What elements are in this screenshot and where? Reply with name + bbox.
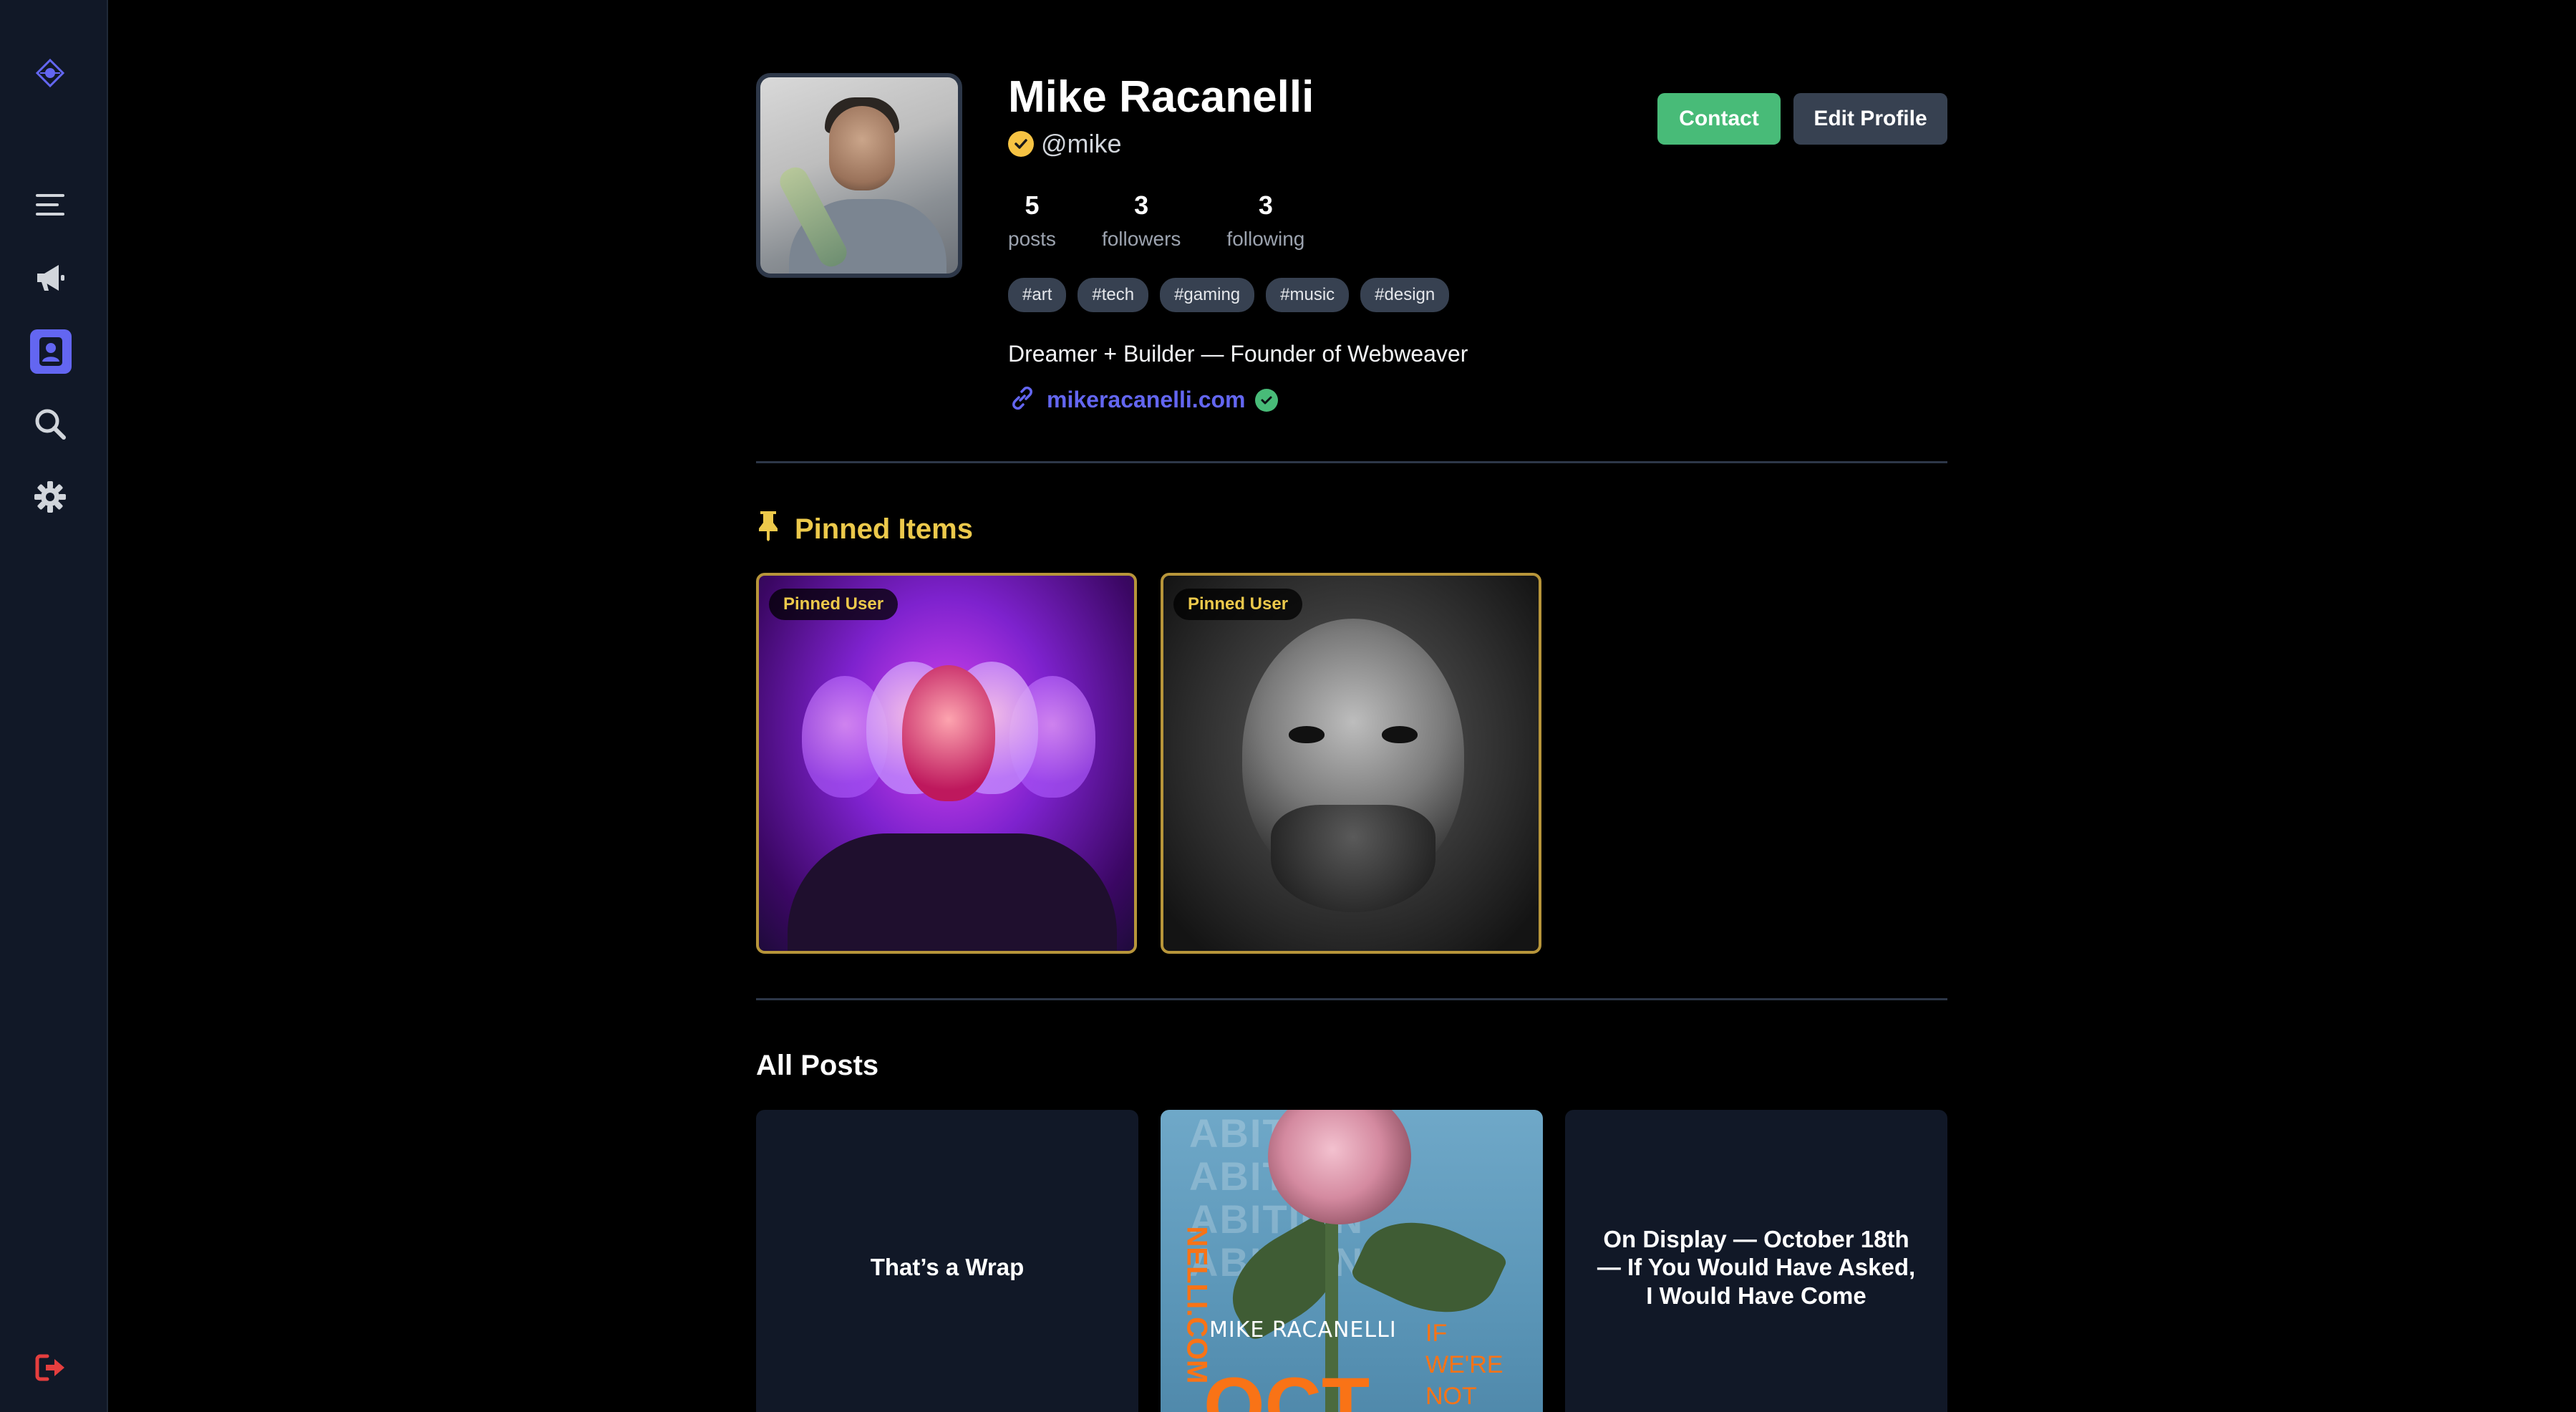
poster-month: OCT [1204, 1362, 1370, 1412]
stat-value: 3 [1258, 190, 1273, 220]
stat-label: following [1226, 228, 1305, 250]
tag-design[interactable]: #design [1360, 278, 1450, 312]
tag-gaming[interactable]: #gaming [1160, 278, 1255, 312]
pinned-section-title: Pinned Items [756, 510, 973, 548]
link-icon [1008, 384, 1037, 416]
divider [756, 998, 1947, 1000]
profile-stats: 5 posts 3 followers 3 following [1008, 190, 1304, 251]
profile-icon[interactable] [30, 329, 72, 374]
poster-tagline: IF WE'RE NOT GHOSTS, [1425, 1320, 1504, 1411]
gear-icon[interactable] [29, 475, 72, 518]
logo-icon[interactable] [29, 52, 72, 95]
website-row: mikeracanelli.com [1008, 384, 1279, 416]
divider [756, 461, 1947, 463]
pin-icon [756, 510, 780, 548]
post-title: On Display — October 18th — If You Would… [1597, 1225, 1916, 1309]
tag-art[interactable]: #art [1008, 278, 1067, 312]
all-posts-title: All Posts [756, 1050, 879, 1081]
megaphone-icon[interactable] [29, 256, 72, 299]
poster-name: MIKE RACANELLI [1209, 1317, 1397, 1343]
stat-followers[interactable]: 3 followers [1102, 190, 1181, 251]
post-card[interactable]: On Display — October 18th — If You Would… [1565, 1110, 1947, 1412]
profile-bio: Dreamer + Builder — Founder of Webweaver [1008, 341, 1468, 367]
stat-posts[interactable]: 5 posts [1008, 190, 1056, 251]
verified-badge-icon [1008, 131, 1034, 157]
profile-name: Mike Racanelli [1008, 72, 1314, 122]
pinned-badge: Pinned User [1173, 589, 1303, 620]
pinned-badge: Pinned User [769, 589, 899, 620]
tag-tech[interactable]: #tech [1078, 278, 1149, 312]
menu-icon[interactable] [29, 183, 72, 226]
stat-following[interactable]: 3 following [1226, 190, 1304, 251]
contact-button[interactable]: Contact [1657, 93, 1781, 145]
pinned-user-card[interactable]: Pinned User [756, 573, 1137, 954]
stat-label: posts [1008, 228, 1056, 250]
search-icon[interactable] [29, 402, 72, 445]
avatar [756, 73, 962, 278]
post-card[interactable]: ABITION ABITION ABITION ABITION NELLI.CO… [1161, 1110, 1543, 1412]
logout-icon[interactable] [29, 1346, 72, 1389]
profile-handle: @mike [1041, 129, 1122, 158]
stat-value: 5 [1025, 190, 1040, 220]
pinned-user-card[interactable]: Pinned User [1161, 573, 1541, 954]
handle-row: @mike [1008, 129, 1122, 159]
website-link[interactable]: mikeracanelli.com [1047, 387, 1245, 413]
sidebar [0, 0, 108, 1412]
post-title: That’s a Wrap [870, 1254, 1025, 1281]
pinned-title-text: Pinned Items [795, 513, 973, 545]
post-card[interactable]: That’s a Wrap [756, 1110, 1138, 1412]
stat-value: 3 [1134, 190, 1149, 220]
edit-profile-button[interactable]: Edit Profile [1793, 93, 1947, 145]
tag-list: #art #tech #gaming #music #design [1008, 278, 1450, 312]
tag-music[interactable]: #music [1266, 278, 1350, 312]
website-verified-icon [1255, 388, 1279, 412]
stat-label: followers [1101, 228, 1181, 250]
